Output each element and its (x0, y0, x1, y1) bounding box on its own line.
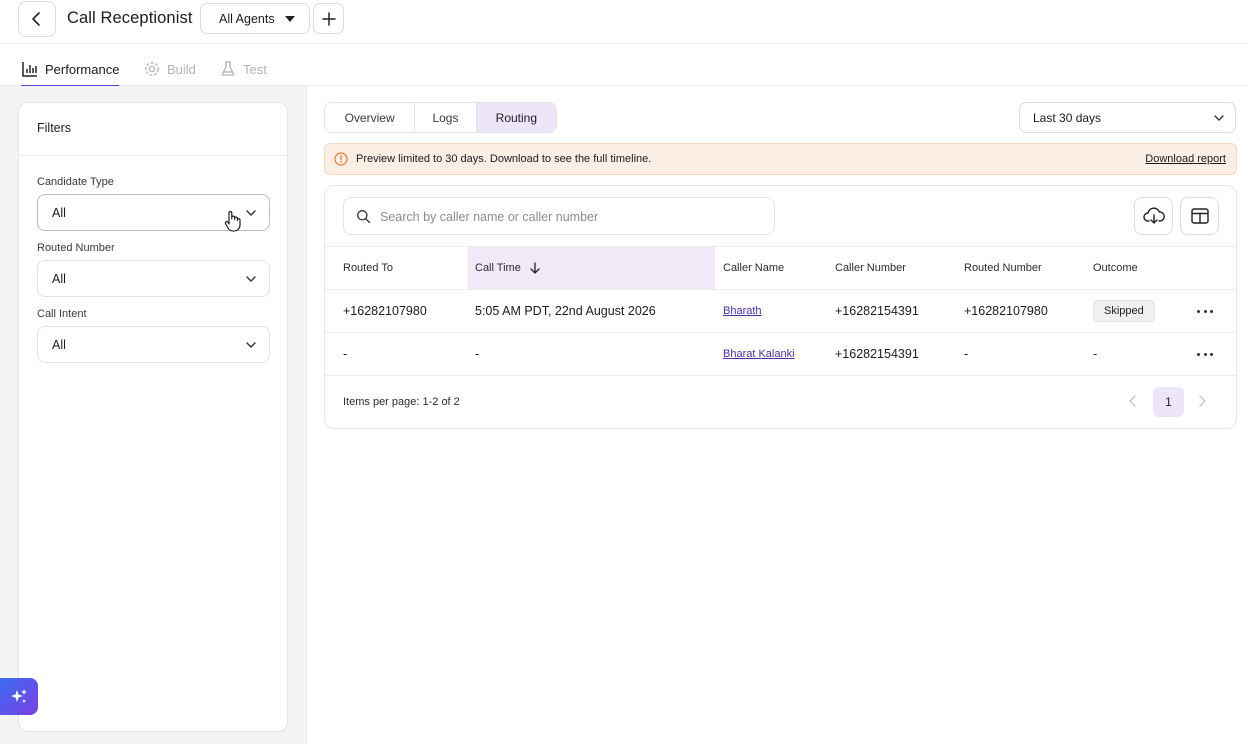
cell-call-time: - (475, 347, 480, 361)
col-routed-to[interactable]: Routed To (343, 247, 393, 289)
chevron-down-icon (246, 276, 256, 282)
search-icon (357, 210, 371, 224)
warning-icon (334, 152, 348, 166)
cell-caller-name: Bharath (723, 290, 762, 332)
cell-routed-to: - (343, 347, 348, 361)
sparkle-icon (11, 688, 27, 703)
call-intent-select[interactable]: All (37, 326, 270, 363)
tab-build[interactable]: Build (143, 54, 196, 84)
page-number-button[interactable]: 1 (1153, 387, 1184, 417)
bar-chart-icon (21, 60, 39, 78)
cell-routed-number: +16282107980 (964, 304, 1048, 318)
tab-performance[interactable]: Performance (21, 54, 120, 87)
tab-overview[interactable]: Overview (325, 103, 416, 132)
routing-table-card: Routed To Call Time Caller Name Caller N… (324, 185, 1237, 429)
col-caller-name[interactable]: Caller Name (723, 247, 784, 289)
table-row: - - Bharat Kalanki +16282154391 - - (325, 333, 1236, 376)
call-intent-value: All (52, 337, 66, 352)
pagination-summary: Items per page: 1-2 of 2 (343, 396, 460, 408)
tab-build-label: Build (167, 61, 196, 77)
info-banner: Preview limited to 30 days. Download to … (324, 143, 1237, 175)
routed-number-value: All (52, 271, 66, 286)
chevron-down-icon (1214, 115, 1224, 121)
page-title: Call Receptionist (67, 9, 193, 27)
col-caller-number[interactable]: Caller Number (835, 247, 906, 289)
search-box (343, 197, 775, 235)
tab-logs[interactable]: Logs (415, 103, 477, 132)
candidate-type-value: All (52, 205, 66, 220)
gear-icon (143, 60, 161, 78)
date-range-select[interactable]: Last 30 days (1019, 102, 1236, 133)
chevron-right-icon (1199, 395, 1206, 407)
filter-label-routed-number: Routed Number (37, 242, 115, 254)
hand-cursor-icon (224, 211, 241, 232)
col-outcome[interactable]: Outcome (1093, 247, 1138, 289)
caller-name-link[interactable]: Bharat Kalanki (723, 348, 795, 360)
tab-routing[interactable]: Routing (476, 103, 556, 132)
cell-caller-name: Bharat Kalanki (723, 333, 795, 375)
download-report-link[interactable]: Download report (1145, 153, 1226, 165)
cell-routed-number: - (964, 347, 969, 361)
col-call-time[interactable]: Call Time (468, 247, 715, 289)
banner-message: Preview limited to 30 days. Download to … (356, 153, 652, 165)
columns-button[interactable] (1180, 197, 1219, 235)
arrow-down-icon (530, 261, 540, 274)
cell-outcome: - (1093, 347, 1098, 361)
table-row: +16282107980 5:05 AM PDT, 22nd August 20… (325, 290, 1236, 333)
tab-performance-label: Performance (45, 61, 120, 77)
tab-test-label: Test (243, 61, 267, 77)
download-button[interactable] (1134, 197, 1173, 235)
cell-caller-number: +16282154391 (835, 347, 919, 361)
divider (19, 155, 287, 156)
filters-title: Filters (37, 121, 72, 135)
cell-caller-number: +16282154391 (835, 304, 919, 318)
filter-label-call-intent: Call Intent (37, 308, 87, 320)
search-input[interactable] (380, 207, 760, 227)
flask-icon (219, 60, 237, 78)
table-columns-icon (1190, 208, 1209, 224)
next-page-button[interactable] (1193, 389, 1211, 413)
cell-outcome: Skipped (1093, 290, 1155, 332)
add-button[interactable] (313, 3, 344, 34)
status-badge: Skipped (1093, 300, 1155, 322)
cell-call-time: 5:05 AM PDT, 22nd August 2026 (475, 304, 656, 318)
col-call-time-label: Call Time (475, 262, 521, 274)
ai-assistant-button[interactable] (0, 678, 38, 715)
routed-number-select[interactable]: All (37, 260, 270, 297)
chevron-down-icon (246, 210, 256, 216)
prev-page-button[interactable] (1124, 389, 1142, 413)
tab-test[interactable]: Test (219, 54, 267, 84)
back-button[interactable] (18, 1, 56, 37)
main-tabs: Performance Build Test (0, 44, 1248, 87)
agent-select-value: All Agents (219, 11, 275, 26)
filters-panel: Filters Candidate Type All Routed Number… (18, 102, 288, 732)
date-range-value: Last 30 days (1033, 110, 1102, 125)
row-actions-icon[interactable] (1197, 347, 1213, 361)
top-bar: Call Receptionist All Agents (0, 0, 1248, 44)
col-routed-number[interactable]: Routed Number (964, 247, 1042, 289)
table-header: Routed To Call Time Caller Name Caller N… (325, 246, 1236, 290)
agent-select[interactable]: All Agents (200, 3, 310, 34)
chevron-down-icon (246, 342, 256, 348)
cell-routed-to: +16282107980 (343, 304, 427, 318)
caller-name-link[interactable]: Bharath (723, 305, 762, 317)
filter-label-candidate-type: Candidate Type (37, 176, 114, 188)
plus-icon (321, 11, 336, 26)
cloud-download-icon (1142, 207, 1165, 224)
sub-tabs: Overview Logs Routing (324, 102, 557, 133)
row-actions-icon[interactable] (1197, 304, 1213, 318)
chevron-left-icon (32, 12, 40, 26)
caret-down-icon (285, 16, 295, 22)
chevron-left-icon (1129, 395, 1136, 407)
